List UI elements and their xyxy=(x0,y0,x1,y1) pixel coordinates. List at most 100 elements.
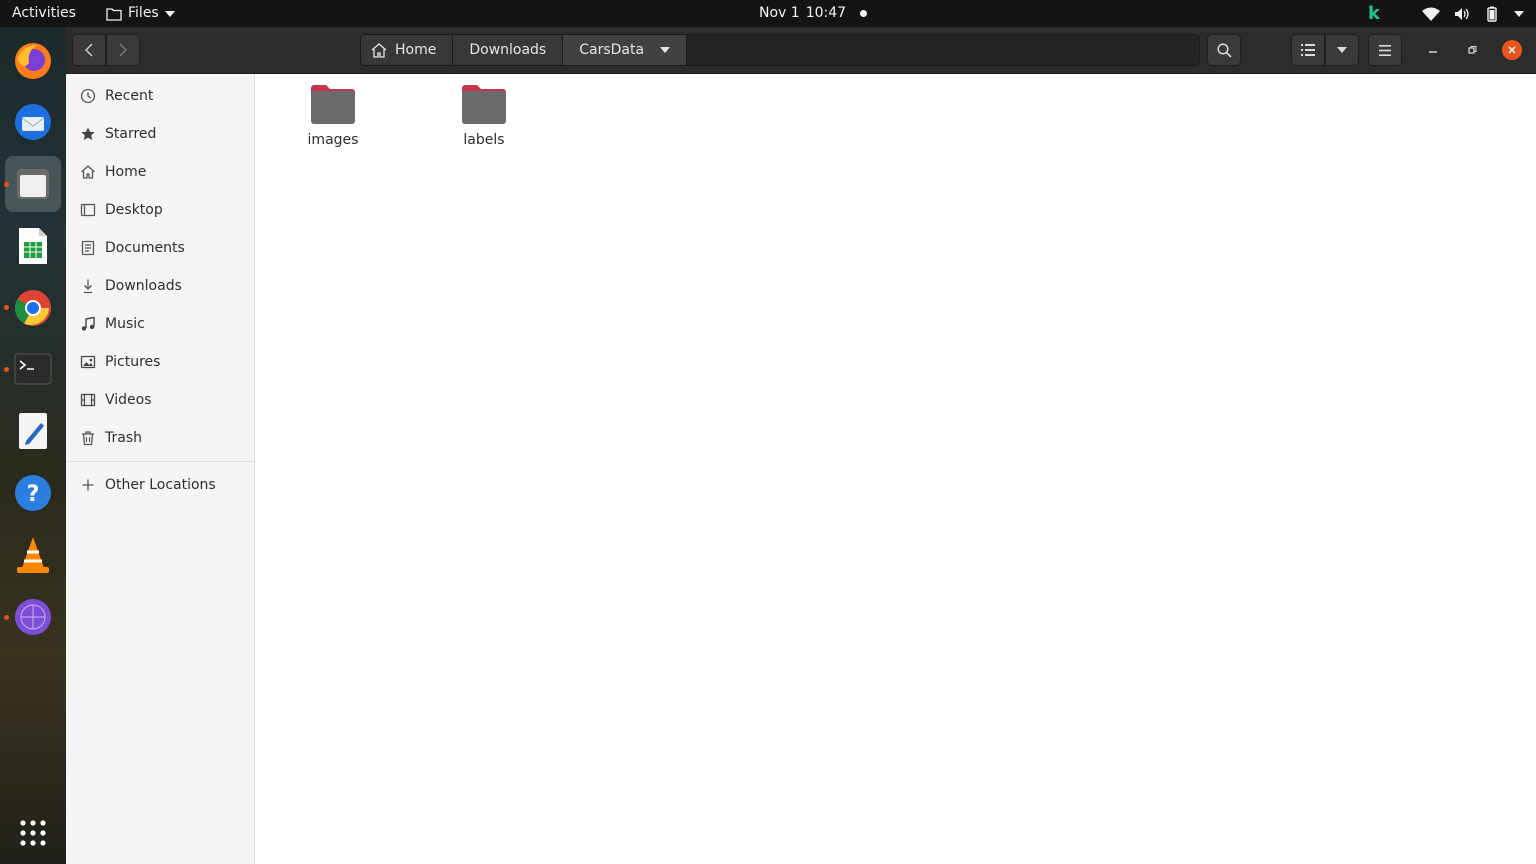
folder-name: labels xyxy=(463,132,505,148)
calc-launcher[interactable] xyxy=(5,218,61,274)
chevron-down-icon xyxy=(660,47,671,53)
notification-dot-icon xyxy=(860,10,868,17)
sidebar-item-label: Videos xyxy=(105,392,152,408)
clock-time: 10:47 xyxy=(805,5,847,21)
tor-browser-icon xyxy=(15,599,51,635)
sidebar-item-trash[interactable]: Trash xyxy=(66,420,254,456)
sidebar-item-label: Desktop xyxy=(105,202,163,218)
folder-item[interactable]: labels xyxy=(429,82,539,148)
breadcrumb-label: CarsData xyxy=(579,42,645,58)
header-bar: Home Downloads CarsData xyxy=(66,27,1536,74)
path-bar: Home Downloads CarsData xyxy=(360,34,1200,66)
close-icon xyxy=(1508,46,1516,54)
svg-text:?: ? xyxy=(27,482,40,507)
terminal-icon xyxy=(14,353,52,385)
wifi-icon xyxy=(1422,7,1440,21)
sidebar-item-label: Trash xyxy=(105,430,142,446)
desktop-icon xyxy=(80,203,96,217)
sidebar-item-recent[interactable]: Recent xyxy=(66,78,254,114)
sidebar-item-downloads[interactable]: Downloads xyxy=(66,268,254,304)
plus-icon xyxy=(82,479,94,491)
sidebar-item-label: Home xyxy=(105,164,147,180)
pictures-icon xyxy=(80,355,96,369)
sidebar-item-videos[interactable]: Videos xyxy=(66,382,254,418)
files-icon xyxy=(17,169,49,199)
search-button[interactable] xyxy=(1207,34,1241,66)
download-icon xyxy=(84,279,92,294)
search-icon xyxy=(1216,42,1232,58)
minimize-icon xyxy=(1429,51,1437,53)
list-view-button[interactable] xyxy=(1291,34,1325,66)
text-editor-launcher[interactable] xyxy=(5,403,61,459)
app-menu-label: Files xyxy=(128,5,159,21)
main-menu-button[interactable] xyxy=(1368,34,1402,66)
back-button[interactable] xyxy=(72,34,106,66)
app-menu[interactable]: Files xyxy=(106,0,175,27)
sidebar-item-starred[interactable]: Starred xyxy=(66,116,254,152)
breadcrumb-carsdata[interactable]: CarsData xyxy=(563,35,688,65)
sidebar-item-label: Music xyxy=(105,316,145,332)
show-applications-button[interactable] xyxy=(5,805,61,861)
k-icon[interactable]: k xyxy=(1368,0,1380,27)
sidebar-item-music[interactable]: Music xyxy=(66,306,254,342)
thunderbird-icon xyxy=(15,104,51,140)
tor-browser-launcher[interactable] xyxy=(5,589,61,645)
chrome-launcher[interactable] xyxy=(5,280,61,336)
battery-icon xyxy=(1487,6,1497,22)
thunderbird-launcher[interactable] xyxy=(5,94,61,150)
list-view-icon xyxy=(1301,44,1315,56)
sidebar-item-other-locations[interactable]: Other Locations xyxy=(66,467,254,503)
document-icon xyxy=(81,240,95,256)
maximize-button[interactable] xyxy=(1462,40,1482,60)
sidebar-item-home[interactable]: Home xyxy=(66,154,254,190)
breadcrumb-home[interactable]: Home xyxy=(361,35,454,65)
file-view[interactable]: images labels xyxy=(255,74,1536,864)
videos-icon xyxy=(80,393,96,407)
sidebar-item-documents[interactable]: Documents xyxy=(66,230,254,266)
help-icon: ? xyxy=(15,475,51,511)
clock-icon xyxy=(80,88,96,104)
activities-button[interactable]: Activities xyxy=(12,0,76,27)
folder-icon xyxy=(462,85,506,124)
sidebar-item-pictures[interactable]: Pictures xyxy=(66,344,254,380)
sidebar-item-label: Downloads xyxy=(105,278,182,294)
vlc-launcher[interactable] xyxy=(5,527,61,583)
dock: ? xyxy=(0,27,66,864)
running-indicator xyxy=(4,305,9,310)
home-icon xyxy=(371,42,387,58)
running-indicator xyxy=(4,615,9,620)
close-button[interactable] xyxy=(1502,40,1522,60)
music-icon xyxy=(81,316,95,331)
chevron-right-icon xyxy=(119,43,127,57)
forward-button[interactable] xyxy=(106,34,140,66)
home-icon xyxy=(81,165,95,179)
firefox-icon xyxy=(15,43,51,79)
view-options-button[interactable] xyxy=(1325,34,1359,66)
help-launcher[interactable]: ? xyxy=(5,465,61,521)
breadcrumb-label: Home xyxy=(395,42,437,58)
star-icon xyxy=(81,127,95,140)
firefox-launcher[interactable] xyxy=(5,33,61,89)
chrome-icon xyxy=(14,290,51,326)
sidebar-item-label: Documents xyxy=(105,240,185,256)
sidebar-item-label: Other Locations xyxy=(105,477,216,493)
volume-icon xyxy=(1455,7,1469,20)
clock[interactable]: Nov 1 10:47 xyxy=(759,0,868,27)
chevron-down-icon xyxy=(1337,47,1347,53)
app-grid-icon xyxy=(20,820,46,846)
spreadsheet-icon xyxy=(19,228,47,264)
files-launcher[interactable] xyxy=(5,156,61,212)
chevron-down-icon xyxy=(1514,10,1524,17)
sidebar-item-desktop[interactable]: Desktop xyxy=(66,192,254,228)
sidebar-item-label: Starred xyxy=(105,126,157,142)
folder-icon xyxy=(311,85,355,124)
places-sidebar: Recent Starred Home Desktop Documents Do… xyxy=(66,74,255,864)
vlc-icon xyxy=(17,537,49,573)
system-tray[interactable]: k xyxy=(1368,0,1524,27)
terminal-launcher[interactable] xyxy=(5,341,61,397)
minimize-button[interactable] xyxy=(1423,40,1443,60)
breadcrumb-downloads[interactable]: Downloads xyxy=(453,35,564,65)
clock-date: Nov 1 xyxy=(759,5,800,21)
folder-item[interactable]: images xyxy=(278,82,388,148)
chevron-left-icon xyxy=(85,43,93,57)
